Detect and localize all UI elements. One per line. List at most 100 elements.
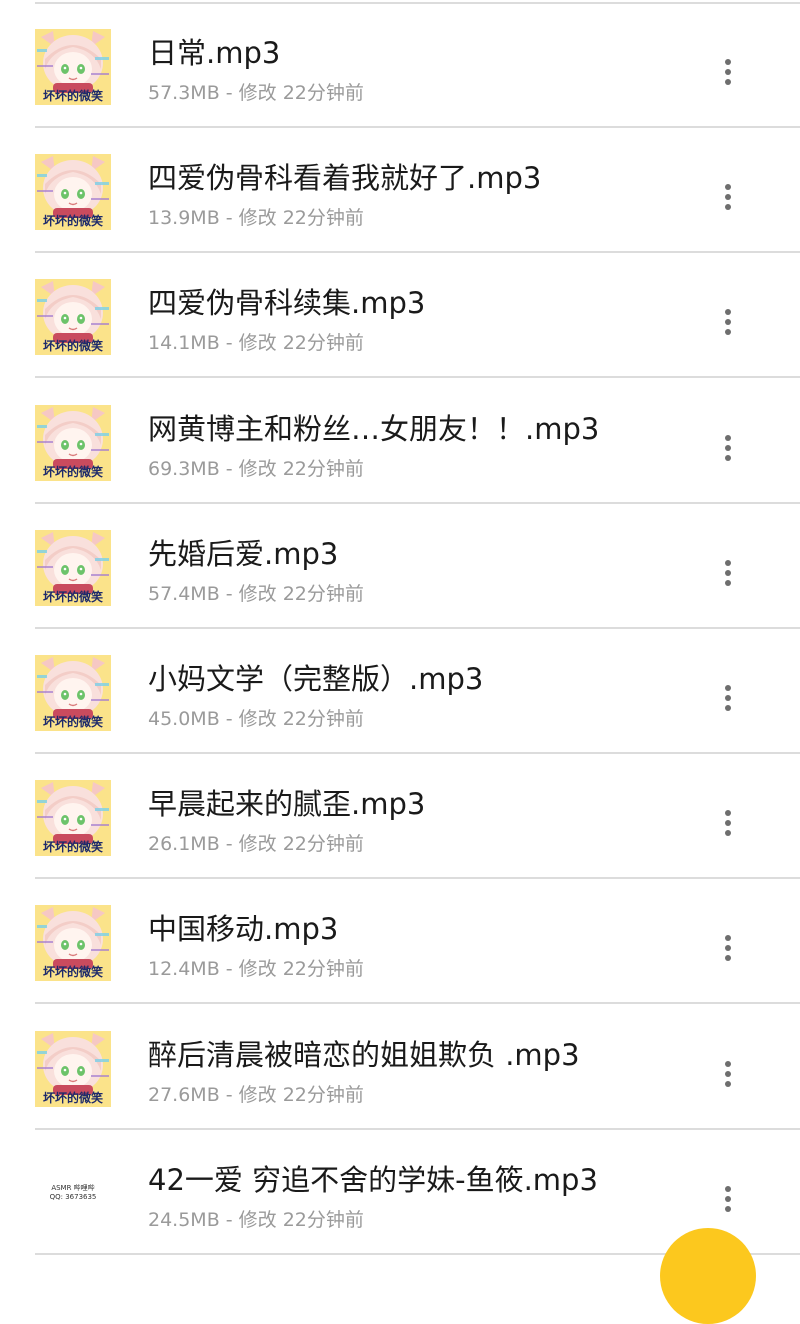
file-list-item[interactable]: 坏坏的微笑 四爱伪骨科看着我就好了.mp3 13.9MB - 修改 22分钟前 (0, 128, 800, 254)
file-thumbnail: 坏坏的微笑 (35, 404, 111, 481)
more-dot (725, 1185, 731, 1192)
more-dot (725, 309, 731, 316)
thumbnail-caption: 坏坏的微笑 (42, 464, 103, 479)
file-modified-time: 修改 22分钟前 (238, 708, 364, 730)
more-dot (725, 810, 731, 817)
file-meta: 26.1MB - 修改 22分钟前 (148, 831, 364, 857)
meta-separator: - (219, 1083, 239, 1106)
more-dot (725, 695, 731, 701)
meta-separator: - (219, 457, 239, 480)
thumbnail-caption: 坏坏的微笑 (42, 965, 103, 980)
thumbnail-caption: 坏坏的微笑 (42, 89, 103, 103)
more-dot (725, 434, 731, 441)
more-dot (725, 184, 731, 191)
more-dot (725, 1205, 731, 1212)
file-thumbnail: 坏坏的微笑 (35, 1030, 111, 1107)
meta-separator: - (219, 207, 239, 230)
thumbnail-caption: 坏坏的微笑 (42, 1090, 103, 1105)
file-list-item[interactable]: 坏坏的微笑 小妈文学（完整版）.mp3 45.0MB - 修改 22分钟前 (0, 629, 800, 754)
more-dot (725, 1070, 731, 1077)
meta-separator: - (219, 332, 239, 355)
file-thumbnail: ASMR 哔哩哔 QQ: 3673635 (35, 1155, 111, 1232)
file-name: 小妈文学（完整版）.mp3 (148, 662, 484, 696)
file-modified-time: 修改 22分钟前 (238, 457, 364, 480)
file-size: 12.4MB (148, 958, 220, 981)
more-dot (725, 204, 731, 211)
more-vertical-icon[interactable] (718, 1178, 738, 1218)
file-name: 日常.mp3 (148, 36, 281, 70)
file-list-item[interactable]: 坏坏的微笑 网黄博主和粉丝…女朋友！！.mp3 69.3MB - 修改 22分钟前 (0, 379, 800, 504)
meta-separator: - (219, 708, 239, 730)
file-list-item[interactable]: 坏坏的微笑 先婚后爱.mp3 57.4MB - 修改 22分钟前 (0, 504, 800, 629)
thumbnail-text: QQ: 3673635 (49, 1192, 97, 1201)
file-meta: 13.9MB - 修改 22分钟前 (148, 205, 364, 231)
more-dot (725, 579, 731, 586)
more-dot (725, 705, 731, 711)
file-list-item[interactable]: 坏坏的微笑 醉后清晨被暗恋的姐姐欺负 .mp3 27.6MB - 修改 22分钟前 (0, 1005, 800, 1130)
meta-separator: - (219, 1208, 239, 1231)
file-meta: 27.6MB - 修改 22分钟前 (148, 1082, 364, 1108)
more-vertical-icon[interactable] (718, 1053, 738, 1093)
file-modified-time: 修改 22分钟前 (238, 207, 364, 230)
meta-separator: - (219, 82, 239, 104)
file-thumbnail: 坏坏的微笑 (35, 154, 111, 231)
thumbnail-caption: 坏坏的微笑 (42, 840, 103, 855)
more-dot (725, 454, 731, 461)
more-vertical-icon[interactable] (718, 677, 738, 717)
file-name: 中国移动.mp3 (148, 912, 339, 947)
floating-action-button[interactable] (660, 1228, 756, 1324)
file-size: 24.5MB (148, 1208, 220, 1231)
file-modified-time: 修改 22分钟前 (238, 582, 364, 605)
more-dot (725, 69, 731, 75)
file-meta: 12.4MB - 修改 22分钟前 (148, 956, 364, 982)
file-meta: 57.4MB - 修改 22分钟前 (148, 581, 364, 607)
file-list-item[interactable]: 坏坏的微笑 中国移动.mp3 12.4MB - 修改 22分钟前 (0, 879, 800, 1005)
file-size: 69.3MB (148, 457, 220, 480)
more-dot (725, 1080, 731, 1087)
file-name: 早晨起来的腻歪.mp3 (148, 787, 426, 822)
more-vertical-icon[interactable] (718, 802, 738, 842)
file-modified-time: 修改 22分钟前 (238, 332, 364, 355)
more-vertical-icon[interactable] (718, 427, 738, 467)
file-meta: 69.3MB - 修改 22分钟前 (148, 456, 364, 482)
more-vertical-icon[interactable] (718, 301, 738, 341)
file-size: 13.9MB (148, 207, 220, 230)
meta-separator: - (219, 582, 239, 605)
file-list-item[interactable]: 坏坏的微笑 四爱伪骨科续集.mp3 14.1MB - 修改 22分钟前 (0, 253, 800, 379)
thumbnail-caption: 坏坏的微笑 (42, 589, 103, 604)
more-dot (725, 569, 731, 576)
file-meta: 14.1MB - 修改 22分钟前 (148, 330, 364, 356)
more-dot (725, 685, 731, 691)
file-meta: 24.5MB - 修改 22分钟前 (148, 1207, 364, 1233)
file-size: 45.0MB (148, 708, 220, 730)
meta-separator: - (219, 833, 239, 856)
meta-separator: - (219, 958, 239, 981)
more-vertical-icon[interactable] (718, 176, 738, 216)
file-list-item[interactable]: 坏坏的微笑 早晨起来的腻歪.mp3 26.1MB - 修改 22分钟前 (0, 754, 800, 880)
thumbnail-caption: 坏坏的微笑 (42, 339, 103, 354)
thumbnail-caption: 坏坏的微笑 (42, 715, 103, 729)
file-size: 14.1MB (148, 332, 220, 355)
file-thumbnail: 坏坏的微笑 (35, 279, 111, 356)
more-dot (725, 79, 731, 85)
file-name: 四爱伪骨科续集.mp3 (148, 286, 426, 321)
file-meta: 45.0MB - 修改 22分钟前 (148, 706, 364, 732)
more-vertical-icon[interactable] (718, 51, 738, 91)
more-dot (725, 820, 731, 827)
thumbnail-caption: 坏坏的微笑 (42, 214, 103, 229)
more-vertical-icon[interactable] (718, 552, 738, 592)
more-dot (725, 194, 731, 201)
more-dot (725, 329, 731, 336)
file-name: 四爱伪骨科看着我就好了.mp3 (148, 161, 542, 196)
file-modified-time: 修改 22分钟前 (238, 82, 364, 104)
file-modified-time: 修改 22分钟前 (238, 833, 364, 856)
file-name: 先婚后爱.mp3 (148, 536, 339, 571)
file-list-item[interactable]: 坏坏的微笑 日常.mp3 57.3MB - 修改 22分钟前 (0, 3, 800, 128)
file-modified-time: 修改 22分钟前 (238, 1208, 364, 1231)
more-vertical-icon[interactable] (718, 927, 738, 967)
more-dot (725, 945, 731, 952)
file-meta: 57.3MB - 修改 22分钟前 (148, 80, 364, 106)
file-thumbnail: 坏坏的微笑 (35, 780, 111, 857)
file-thumbnail: 坏坏的微笑 (35, 529, 111, 606)
file-size: 26.1MB (148, 833, 220, 856)
